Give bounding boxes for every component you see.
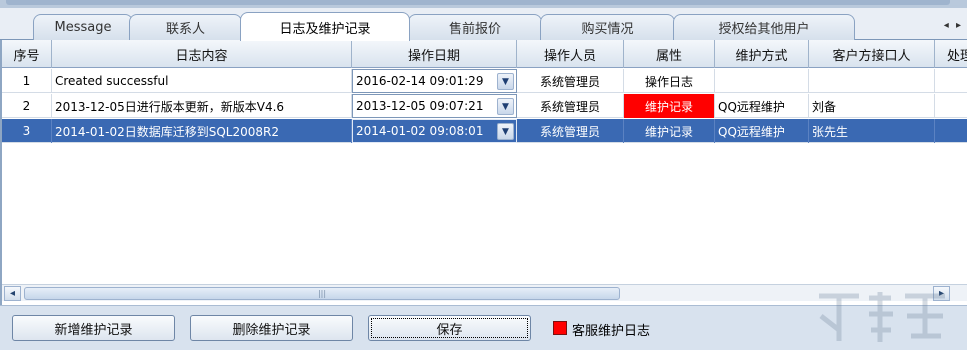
- cell-operator: 系统管理员: [517, 69, 624, 93]
- col-header-no[interactable]: 序号: [2, 40, 52, 68]
- chevron-down-icon[interactable]: ▼: [497, 123, 514, 140]
- cell-attr: 维护记录: [624, 119, 715, 143]
- save-button[interactable]: 保存: [368, 315, 531, 341]
- cell-no: 3: [2, 119, 52, 143]
- cell-operator: 系统管理员: [517, 94, 624, 118]
- watermark-logo: [819, 292, 945, 342]
- cell-content: Created successful: [52, 69, 352, 93]
- cell-content: 2013-12-05日进行版本更新，新版本V4.6: [52, 94, 352, 118]
- cell-contact: 刘备: [809, 94, 935, 118]
- col-header-operator[interactable]: 操作人员: [517, 40, 624, 68]
- col-header-method[interactable]: 维护方式: [715, 40, 809, 68]
- tab-scroll-arrows[interactable]: ◂ ▸: [944, 20, 963, 31]
- cell-attr: 操作日志: [624, 69, 715, 93]
- cell-date[interactable]: 2014-01-02 09:08:01 ▼: [352, 119, 517, 143]
- cell-handle: [935, 94, 967, 118]
- legend-label: 客服维护日志: [572, 324, 651, 339]
- log-grid: 序号 日志内容 操作日期 操作人员 属性 维护方式 客户方接口人 处理 1 Cr…: [0, 40, 967, 305]
- chevron-down-icon[interactable]: ▼: [497, 73, 514, 90]
- top-strip: [0, 0, 967, 8]
- tab-purchase[interactable]: 购买情况: [540, 14, 675, 40]
- tab-logs-maintenance[interactable]: 日志及维护记录: [240, 12, 410, 41]
- col-header-contact[interactable]: 客户方接口人: [809, 40, 935, 68]
- table-row-selected[interactable]: 3 2014-01-02日数据库迁移到SQL2008R2 2014-01-02 …: [2, 119, 967, 143]
- grid-header: 序号 日志内容 操作日期 操作人员 属性 维护方式 客户方接口人 处理: [2, 40, 967, 68]
- cell-date[interactable]: 2013-12-05 09:07:21 ▼: [352, 94, 517, 118]
- scrollbar-thumb[interactable]: |||: [24, 287, 620, 300]
- scroll-left-icon[interactable]: ◂: [4, 286, 21, 301]
- col-header-content[interactable]: 日志内容: [52, 40, 352, 68]
- chevron-down-icon[interactable]: ▼: [497, 98, 514, 115]
- cell-no: 1: [2, 69, 52, 93]
- tab-contacts[interactable]: 联系人: [129, 14, 242, 40]
- cell-operator: 系统管理员: [517, 119, 624, 143]
- tab-authorize-users[interactable]: 授权给其他用户: [673, 14, 855, 40]
- cell-contact: 张先生: [809, 119, 935, 143]
- cell-method: [715, 69, 809, 93]
- delete-maintenance-button[interactable]: 删除维护记录: [190, 315, 353, 341]
- tab-message[interactable]: Message: [33, 14, 133, 40]
- tab-presales-quote[interactable]: 售前报价: [408, 14, 542, 40]
- cell-date-value: 2016-02-14 09:01:29: [356, 74, 484, 88]
- cell-attr-highlight: 维护记录: [624, 94, 715, 118]
- cell-date-value: 2014-01-02 09:08:01: [356, 124, 484, 138]
- table-row[interactable]: 2 2013-12-05日进行版本更新，新版本V4.6 2013-12-05 0…: [2, 94, 967, 118]
- col-header-date[interactable]: 操作日期: [352, 40, 517, 68]
- legend-swatch: [553, 321, 567, 335]
- cell-date[interactable]: 2016-02-14 09:01:29 ▼: [352, 69, 517, 93]
- col-header-handle[interactable]: 处理: [935, 40, 967, 68]
- cell-method: QQ远程维护: [715, 119, 809, 143]
- cell-method: QQ远程维护: [715, 94, 809, 118]
- cell-date-value: 2013-12-05 09:07:21: [356, 99, 484, 113]
- cell-contact: [809, 69, 935, 93]
- add-maintenance-button[interactable]: 新增维护记录: [12, 315, 175, 341]
- cell-handle: [935, 69, 967, 93]
- grip-icon: |||: [317, 289, 327, 298]
- col-header-attr[interactable]: 属性: [624, 40, 715, 68]
- cell-content: 2014-01-02日数据库迁移到SQL2008R2: [52, 119, 352, 143]
- tab-bar: Message 联系人 日志及维护记录 售前报价 购买情况 授权给其他用户 ◂ …: [0, 8, 967, 41]
- cell-handle: [935, 119, 967, 143]
- table-row[interactable]: 1 Created successful 2016-02-14 09:01:29…: [2, 69, 967, 93]
- top-strip-bar: [6, 0, 950, 5]
- cell-no: 2: [2, 94, 52, 118]
